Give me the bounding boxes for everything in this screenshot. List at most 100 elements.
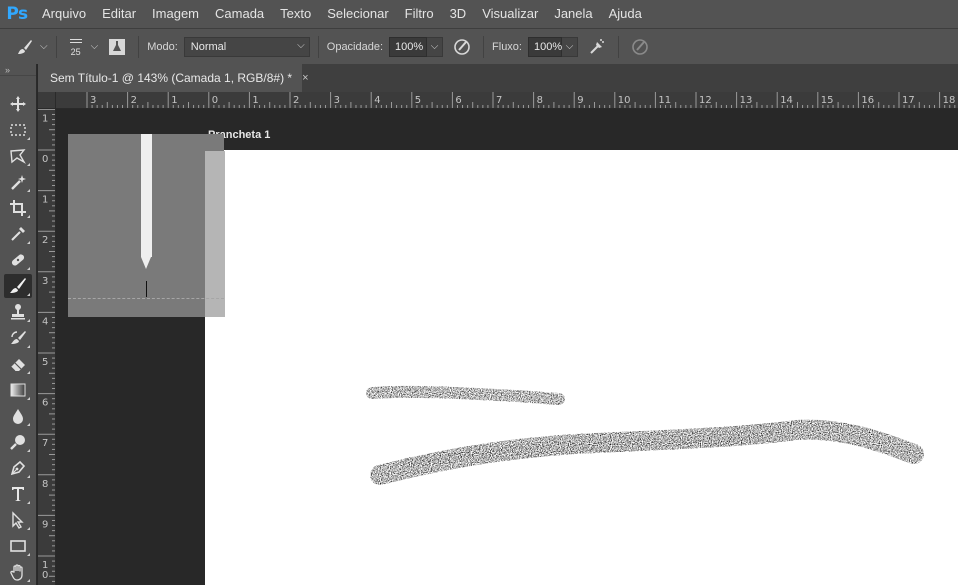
separator [138,35,140,58]
type-icon [12,487,24,501]
tool-group-indicator [27,475,30,478]
flow-slider-toggle[interactable]: ⌵ [562,36,578,57]
ruler-label: 8 [42,479,48,490]
ruler-label: 5 [415,95,421,106]
ruler-label: 4 [374,95,380,106]
menu-bar: Ps Arquivo Editar Imagem Camada Texto Se… [0,0,958,28]
menu-ajuda[interactable]: Ajuda [601,0,650,28]
blur-tool[interactable] [4,404,32,428]
type-tool[interactable] [4,482,32,506]
ruler-label: 7 [42,438,48,449]
ruler-label: 7 [496,95,502,106]
collapse-panel-icon[interactable]: » [0,64,36,76]
ruler-label: 2 [42,235,48,246]
horizontal-ruler[interactable]: 3 2 1 0 1 2 3 4 5 6 7 8 9 10 11 12 13 14 15 16 17 18 [56,92,958,109]
move-tool[interactable] [4,92,32,116]
tools-panel: » [0,64,37,585]
menu-imagem[interactable]: Imagem [144,0,207,28]
lasso-icon [10,149,26,164]
close-icon[interactable]: × [302,72,308,84]
ruler-label: 3 [42,276,48,287]
rectangle-tool[interactable] [4,534,32,558]
ruler-label: 11 [658,95,671,106]
document-tab-bar: Sem Título-1 @ 143% (Camada 1, RGB/8#) *… [38,64,958,92]
flow-label: Fluxo: [492,40,522,53]
tool-group-indicator [27,293,30,296]
charcoal-brush-strokes [366,385,924,485]
dodge-tool[interactable] [4,430,32,454]
brush-tool[interactable] [4,274,32,298]
ruler-label: 1 [171,95,177,106]
chevron-down-icon: ⌵ [297,39,305,51]
lasso-tool[interactable] [4,144,32,168]
vertical-ruler[interactable]: 1012345678910 [38,109,56,585]
menu-janela[interactable]: Janela [546,0,600,28]
clone-stamp-tool[interactable] [4,300,32,324]
gradient-tool[interactable] [4,378,32,402]
menu-selecionar[interactable]: Selecionar [319,0,396,28]
marquee-tool[interactable] [4,118,32,142]
ruler-label: 8 [537,95,543,106]
eraser-tool[interactable] [4,352,32,376]
brush-panel-toggle[interactable] [104,34,130,60]
history-brush-icon [11,331,26,344]
menu-visualizar[interactable]: Visualizar [474,0,546,28]
eyedropper-icon [11,227,25,241]
ruler-label: 15 [821,95,834,106]
history-brush-tool[interactable] [4,326,32,350]
separator [55,35,57,58]
tool-preset-picker[interactable] [12,34,38,60]
photoshop-logo[interactable]: Ps [0,0,34,28]
opacity-input[interactable]: 100% [389,36,428,57]
document-tab[interactable]: Sem Título-1 @ 143% (Camada 1, RGB/8#) *… [38,64,309,92]
marquee-icon [10,124,26,136]
crop-tool[interactable] [4,196,32,220]
menu-arquivo[interactable]: Arquivo [34,0,94,28]
pressure-size-button[interactable] [627,34,653,60]
brush-icon [10,278,26,293]
menu-camada[interactable]: Camada [207,0,272,28]
hand-tool[interactable] [4,560,32,584]
quick-selection-tool[interactable] [4,170,32,194]
menu-3d[interactable]: 3D [442,0,475,28]
tool-group-indicator [27,345,30,348]
ruler-label: 14 [780,95,793,106]
pressure-opacity-button[interactable] [449,34,475,60]
pen-icon [10,460,26,476]
ruler-label: 13 [740,95,753,106]
eyedropper-tool[interactable] [4,222,32,246]
brush-stroke-upper [366,385,565,405]
ruler-origin[interactable] [38,92,56,109]
ruler-label: 6 [42,398,48,409]
eraser-icon [10,359,25,372]
tool-group-indicator [27,423,30,426]
blend-mode-select[interactable]: Normal ⌵ [183,36,310,57]
menu-filtro[interactable]: Filtro [397,0,442,28]
pen-tool[interactable] [4,456,32,480]
dodge-icon [10,435,25,450]
path-selection-tool[interactable] [4,508,32,532]
tool-group-indicator [27,241,30,244]
blend-mode-value: Normal [190,40,227,53]
brush-size-picker[interactable]: 25 [65,37,87,57]
brush-size-value: 25 [70,46,81,57]
menu-texto[interactable]: Texto [272,0,319,28]
opacity-slider-toggle[interactable]: ⌵ [427,36,444,57]
ruler-label: 2 [131,95,137,106]
canvas-pasteboard[interactable]: Prancheta 1 [56,109,958,585]
stamp-icon [11,304,25,320]
ruler-label: 10 [618,95,631,106]
chevron-down-icon[interactable]: ⌵ [91,41,99,52]
brush-tip-icon [69,38,82,43]
blur-drop-icon [13,409,23,424]
chevron-down-icon[interactable]: ⌵ [40,41,48,52]
tool-group-indicator [27,215,30,218]
airbrush-button[interactable] [584,34,610,60]
tool-group-indicator [27,527,30,530]
document-tab-title: Sem Título-1 @ 143% (Camada 1, RGB/8#) * [50,71,293,85]
menu-editar[interactable]: Editar [94,0,144,28]
ruler-label: 0 [212,95,218,106]
healing-brush-tool[interactable] [4,248,32,272]
flow-input[interactable]: 100% [528,36,562,57]
separator [618,35,619,58]
